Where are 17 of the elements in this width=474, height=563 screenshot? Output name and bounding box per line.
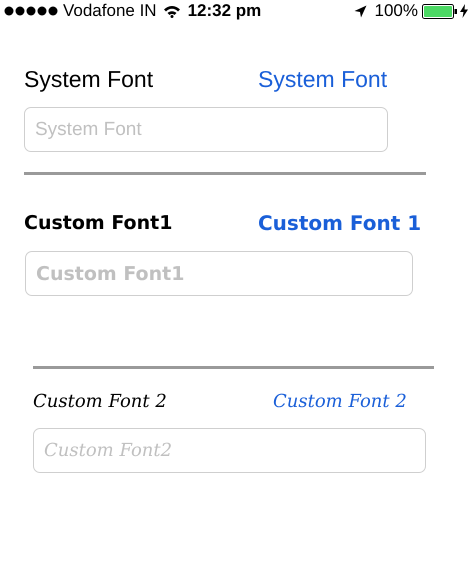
font-button[interactable]: System Font: [258, 66, 388, 93]
charging-bolt-icon: [460, 4, 468, 18]
font-label: System Font: [24, 66, 154, 93]
carrier-name: Vodafone IN: [63, 1, 157, 21]
location-arrow-icon: [354, 4, 367, 18]
font-button[interactable]: Custom Font 2: [273, 391, 407, 412]
font-label: Custom Font 2: [33, 391, 168, 412]
font-button[interactable]: Custom Font 1: [258, 211, 422, 235]
text-field[interactable]: Custom Font2: [33, 428, 426, 473]
signal-icon: [4, 6, 58, 16]
wifi-icon: [162, 4, 181, 18]
clock-time: 12:32 pm: [188, 1, 262, 21]
battery-percentage: 100%: [374, 1, 418, 21]
text-field[interactable]: System Font: [24, 107, 388, 152]
text-field[interactable]: Custom Font1: [25, 251, 413, 296]
font-label: Custom Font1: [24, 212, 174, 234]
battery-icon: [422, 4, 458, 18]
